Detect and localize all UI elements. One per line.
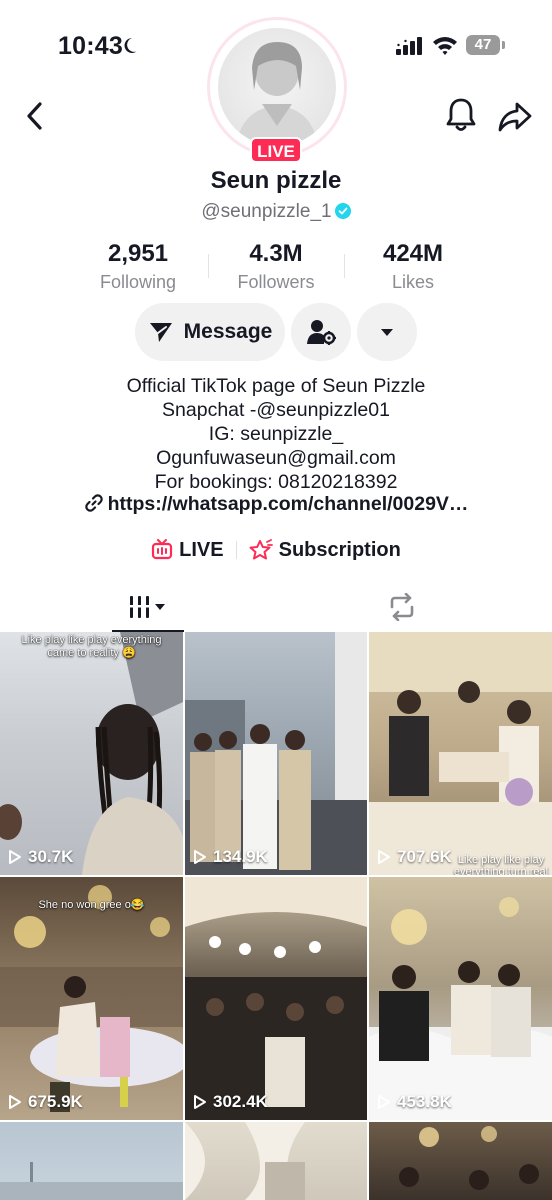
share-icon[interactable] — [496, 98, 534, 134]
video-thumbnail[interactable]: She no won gree o😂 675.9K — [0, 877, 183, 1120]
video-thumbnail[interactable]: 302.4K — [185, 877, 367, 1120]
play-icon — [194, 1095, 206, 1109]
stat-following-label: Following — [99, 272, 177, 292]
battery-level: 47 — [474, 36, 492, 53]
back-icon[interactable] — [20, 98, 52, 134]
status-time: 10:43 — [58, 32, 123, 60]
stat-likes-value: 424M — [382, 240, 444, 267]
feature-divider — [235, 541, 237, 559]
view-count: 707.6K — [377, 847, 452, 867]
bell-icon[interactable] — [443, 96, 479, 134]
bio-line: Snapchat -@seunpizzle01 — [162, 399, 390, 421]
video-scene — [0, 885, 183, 1112]
link-icon — [84, 494, 103, 512]
stat-divider — [208, 254, 209, 278]
stat-following[interactable]: 2,951 Following — [88, 240, 188, 293]
feature-row: LIVE Subscription — [0, 536, 552, 564]
stat-likes-label: Likes — [391, 272, 435, 292]
video-scene — [369, 897, 552, 1120]
bio-line: Official TikTok page of Seun Pizzle — [126, 375, 426, 397]
play-icon — [378, 850, 390, 864]
bio-line: For bookings: 08120218392 — [154, 471, 398, 493]
repost-icon — [390, 593, 414, 621]
view-count-label: 453.8K — [397, 1092, 452, 1111]
video-scene — [369, 632, 552, 875]
video-thumbnail[interactable]: 134.9K — [185, 632, 367, 875]
caret-down-icon — [381, 329, 393, 336]
more-dropdown-button[interactable] — [357, 303, 417, 361]
subscription-feature-label: Subscription — [278, 538, 401, 561]
video-caption: She no won gree o😂 — [38, 899, 145, 911]
bio: Official TikTok page of Seun Pizzle Snap… — [0, 374, 552, 494]
stat-followers-value: 4.3M — [249, 240, 303, 267]
view-count: 134.9K — [193, 847, 268, 867]
moon-icon — [124, 38, 137, 53]
bio-line: IG: seunpizzle_ — [208, 423, 344, 445]
view-count-label: 134.9K — [213, 847, 268, 866]
wifi-icon — [433, 37, 457, 55]
video-scene — [185, 1122, 305, 1200]
subscription-star-icon — [249, 539, 273, 560]
bio-link-text: https://whatsapp.com/channel/0029V… — [107, 493, 469, 515]
video-scene — [185, 877, 367, 1120]
view-count: 453.8K — [377, 1092, 452, 1112]
videos-grid-icon — [130, 596, 165, 618]
follow-settings-button[interactable] — [291, 303, 351, 361]
message-button-label: Message — [183, 320, 273, 343]
user-settings-icon — [307, 320, 336, 345]
stat-followers[interactable]: 4.3M Followers — [226, 240, 326, 293]
signal-icon — [396, 37, 422, 55]
video-thumbnail[interactable] — [0, 1122, 183, 1200]
bio-link[interactable]: https://whatsapp.com/channel/0029V… — [0, 493, 552, 516]
display-name: Seun pizzle — [210, 167, 342, 194]
bio-line: Ogunfuwaseun@gmail.com — [156, 447, 396, 469]
avatar-photo — [236, 42, 318, 146]
video-scene — [185, 632, 367, 875]
play-icon — [9, 850, 21, 864]
video-scene — [399, 1126, 539, 1190]
stat-following-value: 2,951 — [107, 240, 169, 267]
view-count-label: 707.6K — [397, 847, 452, 866]
avatar[interactable] — [218, 28, 336, 146]
verified-badge-icon — [334, 203, 351, 219]
play-icon — [9, 1095, 21, 1109]
video-thumbnail[interactable] — [369, 1122, 552, 1200]
stat-divider — [344, 254, 345, 278]
view-count: 30.7K — [8, 847, 73, 867]
stat-likes[interactable]: 424M Likes — [363, 240, 463, 293]
live-feature[interactable]: LIVE — [151, 538, 224, 562]
video-caption: Like play like play everything turn real… — [453, 854, 549, 875]
video-thumbnail[interactable] — [185, 1122, 367, 1200]
view-count-label: 302.4K — [213, 1092, 268, 1111]
video-scene — [0, 632, 183, 875]
view-count: 675.9K — [8, 1092, 83, 1112]
video-caption: Like play like play everything came to r… — [21, 634, 162, 659]
battery-icon: 47 — [466, 35, 506, 55]
profile-tabs — [0, 582, 552, 632]
video-thumbnail[interactable]: Like play like play everything came to r… — [0, 632, 183, 875]
username: @seunpizzle_1 — [201, 201, 332, 222]
view-count: 302.4K — [193, 1092, 268, 1112]
tab-reposts[interactable] — [370, 582, 434, 632]
send-icon — [149, 323, 172, 342]
stat-followers-label: Followers — [237, 272, 315, 292]
tab-videos[interactable] — [112, 582, 184, 632]
live-badge[interactable]: LIVE — [250, 137, 302, 163]
play-icon — [378, 1095, 390, 1109]
live-feature-label: LIVE — [179, 538, 224, 561]
play-icon — [194, 850, 206, 864]
subscription-feature[interactable]: Subscription — [249, 539, 401, 562]
username-row: @seunpizzle_1 — [0, 201, 552, 223]
video-thumbnail[interactable]: 453.8K — [369, 877, 552, 1120]
view-count-label: 30.7K — [28, 847, 74, 866]
message-button[interactable]: Message — [135, 303, 285, 361]
view-count-label: 675.9K — [28, 1092, 83, 1111]
video-grid: Like play like play everything came to r… — [0, 632, 552, 1200]
live-tv-icon — [152, 539, 173, 560]
video-thumbnail[interactable]: Like play like play everything turn real… — [369, 632, 552, 875]
video-scene — [0, 1162, 183, 1200]
